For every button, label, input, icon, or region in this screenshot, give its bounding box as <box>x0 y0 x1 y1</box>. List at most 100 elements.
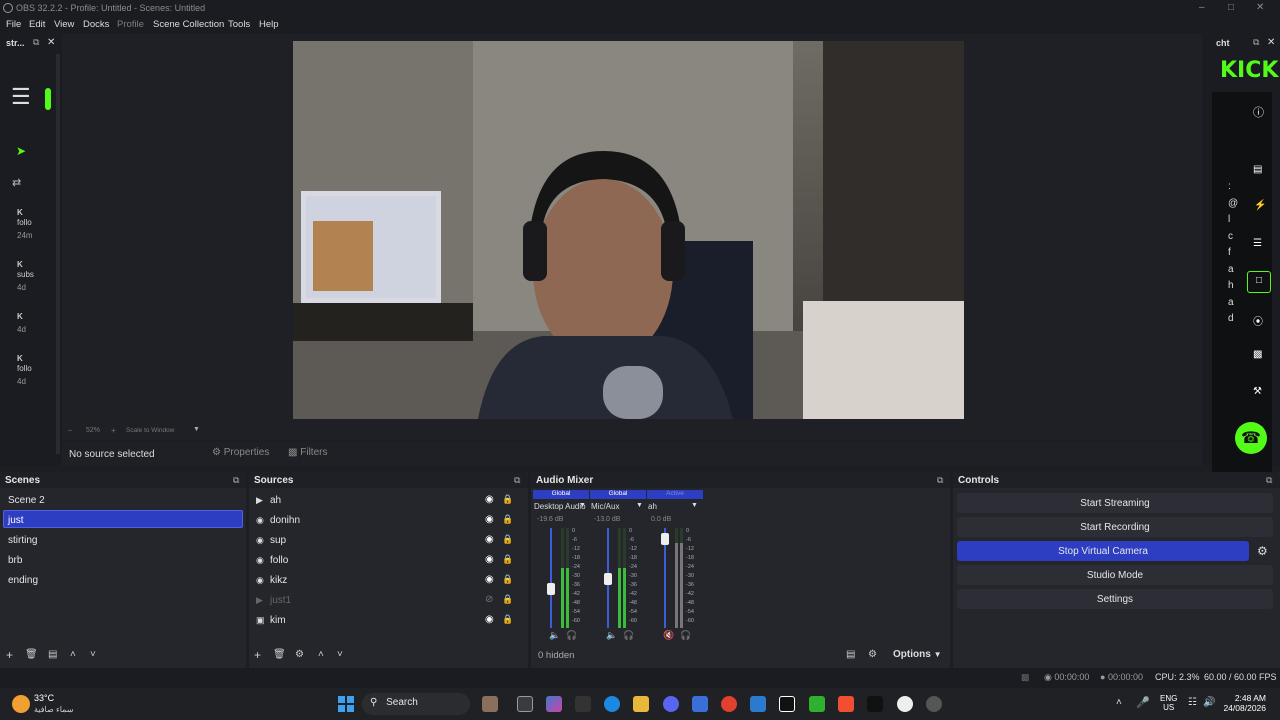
dock-close-icon[interactable]: ✕ <box>47 37 55 48</box>
camera-preview[interactable] <box>293 41 964 419</box>
language-indicator[interactable]: ENG US <box>1160 694 1177 712</box>
chevron-down-icon[interactable]: ▼ <box>691 502 698 509</box>
zoom-in-button[interactable]: + <box>111 426 116 435</box>
microphone-icon[interactable]: 🎤 <box>1136 696 1150 709</box>
eye-icon[interactable]: ◉ <box>485 574 494 585</box>
eye-icon[interactable]: ◉ <box>485 554 494 565</box>
wrench-icon[interactable]: ⚒ <box>1253 386 1262 397</box>
stop-virtual-camera-button[interactable]: Stop Virtual Camera <box>957 541 1249 561</box>
taskbar-search[interactable]: ⚲ Search <box>362 693 470 715</box>
source-item[interactable]: ◉ follo ◉ 🔒 <box>249 552 528 570</box>
eye-icon[interactable]: ◉ <box>485 614 494 625</box>
volume-fader-knob[interactable] <box>604 573 612 585</box>
eye-icon[interactable]: ◉ <box>485 514 494 525</box>
source-item[interactable]: ▶ just1 ⊘ 🔒 <box>249 592 528 610</box>
layout-toggle-icon[interactable]: ▤ <box>846 649 855 660</box>
chevron-down-icon[interactable]: ▼ <box>193 426 200 433</box>
info-icon[interactable]: ⓘ <box>1253 104 1264 120</box>
scene-item[interactable]: stirting <box>8 535 37 546</box>
eye-icon[interactable]: ◉ <box>485 534 494 545</box>
menu-tools[interactable]: Tools <box>228 19 250 30</box>
lightning-icon[interactable]: ⚡ <box>1254 200 1266 211</box>
maximize-button[interactable]: □ <box>1228 2 1234 13</box>
filter-icon[interactable]: ⇄ <box>12 176 21 189</box>
lock-icon[interactable]: 🔒 <box>502 614 513 625</box>
lock-icon[interactable]: 🔒 <box>502 594 513 605</box>
capcut-icon[interactable] <box>779 696 795 712</box>
dock-float-icon[interactable]: ⧉ <box>1253 37 1259 48</box>
eye-icon[interactable]: ◉ <box>485 494 494 505</box>
headphones-icon[interactable]: 🎧 <box>680 630 691 641</box>
brave-icon[interactable] <box>838 696 854 712</box>
dock-float-icon[interactable]: ⧉ <box>33 37 39 48</box>
tiktok-icon[interactable] <box>867 696 883 712</box>
move-up-button[interactable]: ˄ <box>70 649 76 660</box>
close-button[interactable]: ✕ <box>1256 2 1264 13</box>
network-icon[interactable]: ☷ <box>1188 697 1197 708</box>
move-up-button[interactable]: ˄ <box>318 649 324 660</box>
headphones-icon[interactable]: 🎧 <box>566 630 577 641</box>
lock-icon[interactable]: 🔒 <box>502 494 513 505</box>
remove-scene-button[interactable]: 🗑 <box>25 649 38 660</box>
lock-icon[interactable]: 🔒 <box>502 514 513 525</box>
volume-fader-knob[interactable] <box>547 583 555 595</box>
scale-mode-select[interactable]: Scale to Window <box>126 427 174 434</box>
send-icon[interactable]: ➤ <box>16 144 26 158</box>
dock-float-icon[interactable]: ⧉ <box>937 475 943 486</box>
task-view-icon[interactable] <box>517 696 533 712</box>
edge-icon[interactable] <box>604 696 620 712</box>
eye-off-icon[interactable]: ⊘ <box>485 594 493 605</box>
dock-float-icon[interactable]: ⧉ <box>514 475 520 486</box>
chrome-icon[interactable] <box>721 696 737 712</box>
video-icon[interactable]: ▤ <box>1253 164 1262 175</box>
clock[interactable]: 2:48 AM 24/08/2026 <box>1222 693 1266 713</box>
source-item[interactable]: ◉ sup ◉ 🔒 <box>249 532 528 550</box>
volume-fader-knob[interactable] <box>661 533 669 545</box>
chat-icon[interactable]: □ <box>1247 271 1271 293</box>
copilot-icon[interactable] <box>546 696 562 712</box>
gear-icon[interactable]: ⚙ <box>295 649 304 660</box>
source-item[interactable]: ▣ kim ◉ 🔒 <box>249 612 528 630</box>
settings-button[interactable]: Settings <box>957 589 1273 609</box>
filter-icon[interactable]: ▤ <box>48 649 57 660</box>
store-icon[interactable] <box>692 696 708 712</box>
mute-icon[interactable]: 🔇 <box>663 630 674 641</box>
obs-taskbar-icon[interactable] <box>897 696 913 712</box>
properties-button[interactable]: ⚙ Properties <box>212 447 270 463</box>
chevron-down-icon[interactable]: ▼ <box>579 502 586 509</box>
zoom-out-button[interactable]: – <box>68 427 72 434</box>
menu-profile[interactable]: Profile <box>117 19 144 30</box>
steam-icon[interactable] <box>926 696 942 712</box>
source-item[interactable]: ◉ kikz ◉ 🔒 <box>249 572 528 590</box>
minimize-button[interactable]: – <box>1199 2 1205 13</box>
menu-view[interactable]: View <box>54 19 74 30</box>
lock-icon[interactable]: 🔒 <box>502 534 513 545</box>
filters-button[interactable]: ▩ Filters <box>288 447 328 463</box>
hamburger-menu-icon[interactable]: ☰ <box>11 86 33 108</box>
menu-edit[interactable]: Edit <box>29 19 45 30</box>
lock-icon[interactable]: 🔒 <box>502 554 513 565</box>
lock-icon[interactable]: 🔒 <box>502 574 513 585</box>
file-explorer-icon[interactable] <box>633 696 649 712</box>
chevron-down-icon[interactable]: ▼ <box>636 502 643 509</box>
mail-icon[interactable] <box>750 696 766 712</box>
add-scene-button[interactable]: + <box>6 648 13 662</box>
menu-help[interactable]: Help <box>259 19 279 30</box>
virtual-camera-settings-icon[interactable]: ⚙ <box>1257 544 1268 558</box>
speaker-icon[interactable]: 🔈 <box>549 630 560 641</box>
headset-icon[interactable]: ☎ <box>1235 422 1267 454</box>
add-source-button[interactable]: + <box>254 648 261 662</box>
start-streaming-button[interactable]: Start Streaming <box>957 493 1273 513</box>
channel-name[interactable]: Mic/Aux <box>591 502 619 511</box>
volume-icon[interactable]: 🔊 <box>1203 697 1215 708</box>
scene-item[interactable]: just <box>8 515 24 526</box>
advanced-audio-icon[interactable]: ⚙ <box>868 649 877 660</box>
headphones-icon[interactable]: 🎧 <box>623 630 634 641</box>
weather-icon[interactable] <box>12 695 30 713</box>
settings-app-icon[interactable] <box>575 696 591 712</box>
broadcast-icon[interactable]: ⦿ <box>1253 313 1263 328</box>
remove-source-button[interactable]: 🗑 <box>273 649 286 660</box>
volume-fader-track[interactable] <box>550 528 552 628</box>
speaker-icon[interactable]: 🔈 <box>606 630 617 641</box>
print-icon[interactable]: ▩ <box>1253 349 1262 360</box>
